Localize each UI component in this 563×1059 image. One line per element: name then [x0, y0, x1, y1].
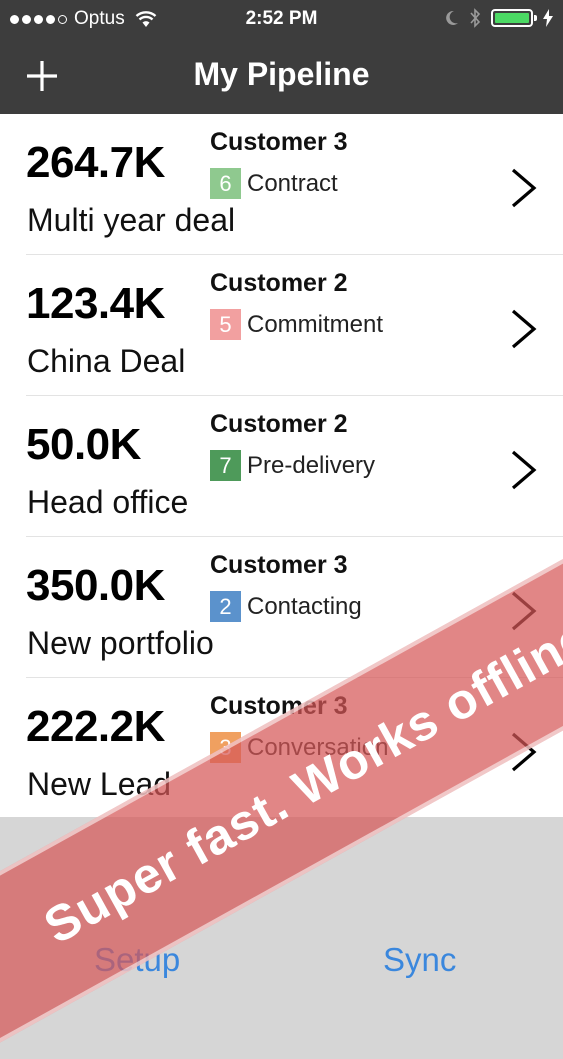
deal-amount: 264.7K	[26, 138, 165, 187]
battery-icon	[491, 9, 537, 27]
deal-name: Head office	[27, 484, 189, 520]
list-item[interactable]: 50.0K Head office Customer 2 7 Pre-deliv…	[0, 396, 563, 537]
deal-customer: Customer 2	[210, 410, 348, 438]
status-bar: Optus 2:52 PM	[0, 0, 563, 40]
setup-button[interactable]: Setup	[94, 941, 180, 979]
deal-name: China Deal	[27, 343, 186, 379]
chevron-right-icon	[511, 450, 537, 490]
stage-badge: 2 Contacting	[210, 591, 362, 622]
chevron-right-icon	[511, 591, 537, 631]
deal-customer: Customer 3	[210, 692, 348, 720]
status-right	[445, 8, 553, 28]
stage-label: Conversation	[247, 733, 389, 761]
charging-bolt-icon	[543, 9, 553, 27]
bottom-toolbar: Setup Sync	[0, 817, 563, 1000]
stage-number: 2	[210, 591, 241, 622]
deal-customer: Customer 2	[210, 269, 348, 297]
list-item[interactable]: 123.4K China Deal Customer 2 5 Commitmen…	[0, 255, 563, 396]
deal-list: 264.7K Multi year deal Customer 3 6 Cont…	[0, 114, 563, 817]
stage-number: 6	[210, 168, 241, 199]
chevron-right-icon	[511, 732, 537, 772]
deal-name: Multi year deal	[27, 202, 236, 238]
chevron-right-icon	[511, 309, 537, 349]
stage-badge: 3 Conversation	[210, 732, 388, 763]
header: Optus 2:52 PM My Pipeline	[0, 0, 563, 114]
sync-button[interactable]: Sync	[383, 941, 456, 979]
deal-customer: Customer 3	[210, 551, 348, 579]
stage-label: Contract	[247, 169, 338, 197]
stage-number: 3	[210, 732, 241, 763]
deal-amount: 222.2K	[26, 702, 165, 751]
chevron-right-icon	[511, 168, 537, 208]
stage-number: 5	[210, 309, 241, 340]
list-item[interactable]: 222.2K New Lead Customer 3 3 Conversatio…	[0, 678, 563, 817]
page-title: My Pipeline	[193, 56, 370, 92]
stage-label: Contacting	[247, 592, 362, 620]
stage-badge: 5 Commitment	[210, 309, 383, 340]
deal-name: New Lead	[27, 766, 172, 802]
deal-amount: 350.0K	[26, 561, 165, 610]
stage-badge: 6 Contract	[210, 168, 338, 199]
deal-amount: 50.0K	[26, 420, 141, 469]
deal-amount: 123.4K	[26, 279, 165, 328]
stage-badge: 7 Pre-delivery	[210, 450, 375, 481]
list-item[interactable]: 350.0K New portfolio Customer 3 2 Contac…	[0, 537, 563, 678]
stage-label: Commitment	[247, 310, 384, 338]
moon-icon	[446, 10, 458, 25]
battery-fill	[495, 13, 529, 23]
bluetooth-icon	[470, 8, 481, 28]
deal-customer: Customer 3	[210, 128, 348, 156]
deal-name: New portfolio	[27, 625, 214, 661]
list-item[interactable]: 264.7K Multi year deal Customer 3 6 Cont…	[0, 114, 563, 255]
stage-number: 7	[210, 450, 241, 481]
stage-label: Pre-delivery	[247, 451, 376, 479]
